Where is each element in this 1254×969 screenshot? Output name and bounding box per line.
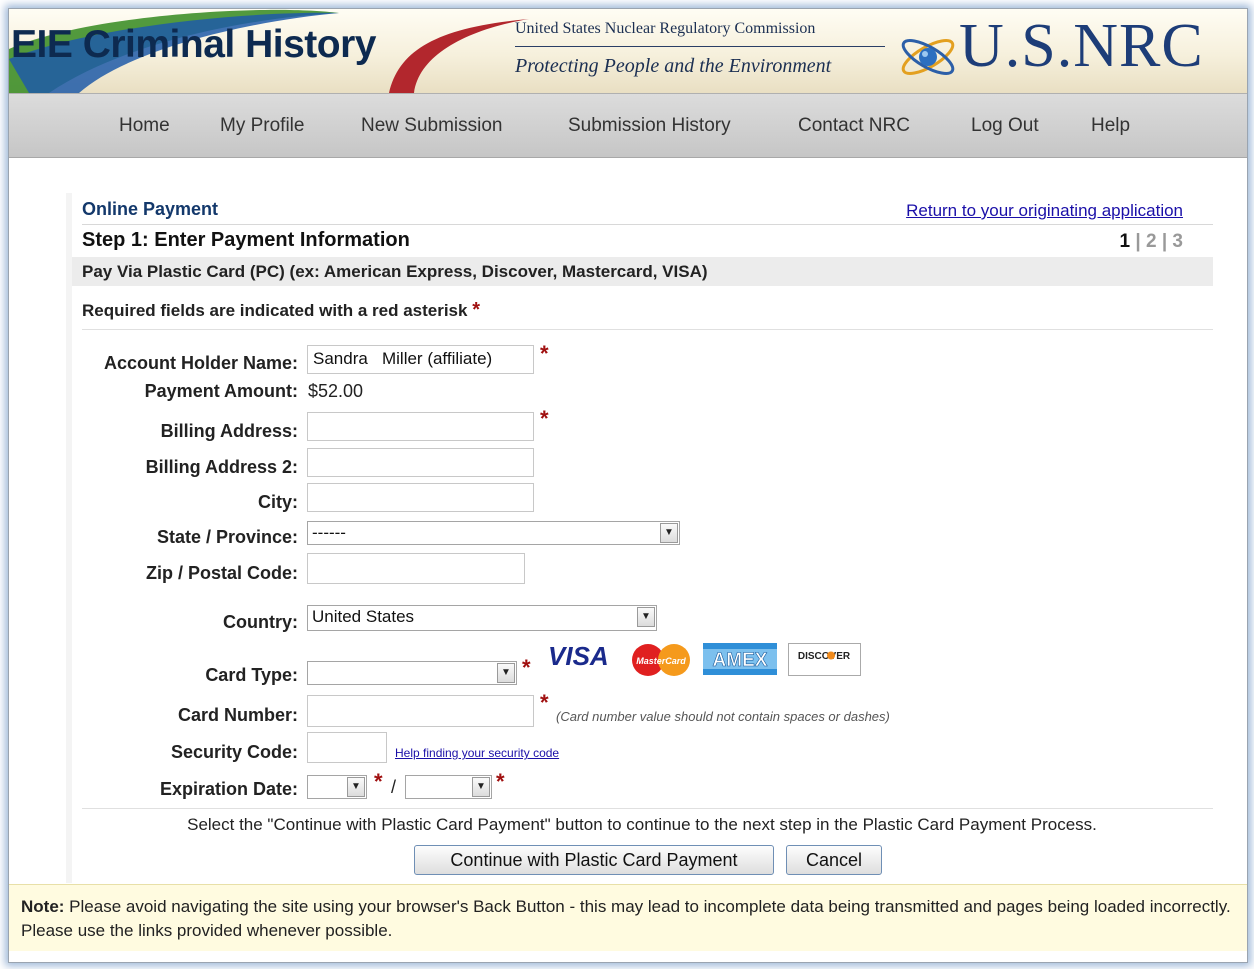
payment-amount-label: Payment Amount: — [144, 381, 298, 401]
nrc-logo-text: U.S.NRC — [959, 12, 1204, 80]
account-holder-label: Account Holder Name: — [103, 353, 298, 373]
amex-logo-text: AMEX — [713, 650, 768, 671]
note-message: Please avoid navigating the site using y… — [21, 897, 1231, 940]
country-label: Country: — [223, 612, 298, 632]
step-3: 3 — [1172, 231, 1183, 252]
app-title: EIE Criminal History — [11, 23, 376, 66]
expiration-separator: / — [391, 777, 397, 797]
security-code-label: Security Code: — [170, 742, 298, 762]
pay-via-band: Pay Via Plastic Card (PC) (ex: American … — [72, 257, 1213, 286]
main-navigation: Home My Profile New Submission Submissio… — [9, 93, 1247, 158]
nav-my-profile[interactable]: My Profile — [220, 115, 304, 137]
billing-address2-input[interactable] — [307, 448, 534, 477]
card-type-label: Card Type: — [205, 665, 298, 685]
required-asterisk: * — [540, 406, 549, 431]
step-title: Step 1: Enter Payment Information — [82, 229, 410, 251]
divider — [82, 808, 1213, 809]
country-select[interactable]: United States ▼ — [307, 605, 657, 631]
state-select-value: ------ — [312, 523, 346, 542]
mastercard-logo: MasterCard — [632, 644, 690, 676]
nav-help[interactable]: Help — [1091, 115, 1130, 137]
required-asterisk: * — [540, 690, 549, 715]
nav-home[interactable]: Home — [119, 115, 170, 137]
step-separator: | — [1130, 231, 1146, 252]
nav-submission-history[interactable]: Submission History — [568, 115, 731, 137]
nav-contact-nrc[interactable]: Contact NRC — [798, 115, 910, 137]
city-input[interactable] — [307, 483, 534, 512]
required-asterisk: * — [472, 299, 480, 321]
org-name: United States Nuclear Regulatory Commiss… — [515, 20, 816, 37]
org-tagline: Protecting People and the Environment — [515, 55, 832, 77]
note-text: Note: Please avoid navigating the site u… — [21, 895, 1236, 943]
required-asterisk: * — [522, 655, 531, 680]
pay-via-text: Pay Via Plastic Card (PC) (ex: American … — [82, 262, 708, 281]
note-band: Note: Please avoid navigating the site u… — [9, 884, 1247, 951]
amex-logo: AMEX — [703, 643, 777, 675]
continue-instruction: Select the "Continue with Plastic Card P… — [187, 815, 1097, 834]
nrc-atom-logo-icon — [901, 39, 955, 75]
step-1: 1 — [1119, 231, 1131, 252]
step-separator: | — [1156, 231, 1173, 252]
required-asterisk: * — [374, 769, 383, 794]
header-banner: EIE Criminal History United States Nucle… — [9, 9, 1247, 93]
return-link[interactable]: Return to your originating application — [906, 201, 1183, 221]
billing-address-input[interactable] — [307, 412, 534, 441]
zip-label: Zip / Postal Code: — [145, 563, 298, 583]
card-number-input[interactable] — [307, 695, 534, 727]
payment-amount-value: $52.00 — [308, 381, 364, 401]
expiration-month-select[interactable]: ▼ — [307, 775, 367, 799]
dropdown-arrow-icon[interactable]: ▼ — [660, 523, 678, 543]
required-asterisk: * — [496, 769, 505, 794]
org-divider — [515, 46, 885, 47]
dropdown-arrow-icon[interactable]: ▼ — [497, 663, 515, 683]
visa-logo: VISA — [548, 641, 609, 671]
security-code-help-link[interactable]: Help finding your security code — [395, 746, 559, 760]
state-label: State / Province: — [156, 527, 298, 547]
city-label: City: — [258, 492, 298, 512]
expiration-date-label: Expiration Date: — [159, 779, 298, 799]
section-title: Online Payment — [82, 199, 219, 219]
zip-input[interactable] — [307, 553, 525, 584]
discover-logo: DISCOVER — [788, 643, 861, 676]
state-select[interactable]: ------ ▼ — [307, 521, 680, 545]
card-number-label: Card Number: — [177, 705, 298, 725]
nav-new-submission[interactable]: New Submission — [361, 115, 503, 137]
required-asterisk: * — [540, 341, 549, 366]
step-2: 2 — [1145, 231, 1157, 252]
billing-address-label: Billing Address: — [160, 421, 298, 441]
continue-payment-button[interactable]: Continue with Plastic Card Payment — [414, 845, 774, 875]
nav-log-out[interactable]: Log Out — [971, 115, 1039, 137]
divider — [82, 224, 1213, 225]
page-frame: EIE Criminal History United States Nucle… — [8, 8, 1248, 963]
visa-logo-text: VISA — [548, 641, 609, 671]
billing-address2-label: Billing Address 2: — [145, 457, 298, 477]
discover-logo-text: DISCOVER — [798, 651, 851, 662]
note-label: Note: — [21, 897, 65, 916]
dropdown-arrow-icon[interactable]: ▼ — [472, 777, 490, 797]
required-note: Required fields are indicated with a red… — [82, 299, 480, 322]
cancel-button[interactable]: Cancel — [786, 845, 882, 875]
card-type-select[interactable]: ▼ — [307, 661, 517, 685]
dropdown-arrow-icon[interactable]: ▼ — [347, 777, 365, 797]
account-holder-input[interactable]: Sandra Miller (affiliate) — [307, 345, 534, 374]
divider — [82, 329, 1213, 330]
dropdown-arrow-icon[interactable]: ▼ — [637, 607, 655, 627]
security-code-input[interactable] — [307, 732, 387, 763]
step-indicator: 1 | 2 | 3 — [1120, 231, 1183, 253]
mastercard-logo-text: MasterCard — [636, 656, 686, 666]
country-select-value: United States — [312, 607, 415, 626]
required-note-text: Required fields are indicated with a red… — [82, 301, 468, 320]
expiration-year-select[interactable]: ▼ — [405, 775, 492, 799]
card-number-hint: (Card number value should not contain sp… — [556, 709, 890, 724]
payment-panel: Online Payment Return to your originatin… — [72, 193, 1213, 883]
